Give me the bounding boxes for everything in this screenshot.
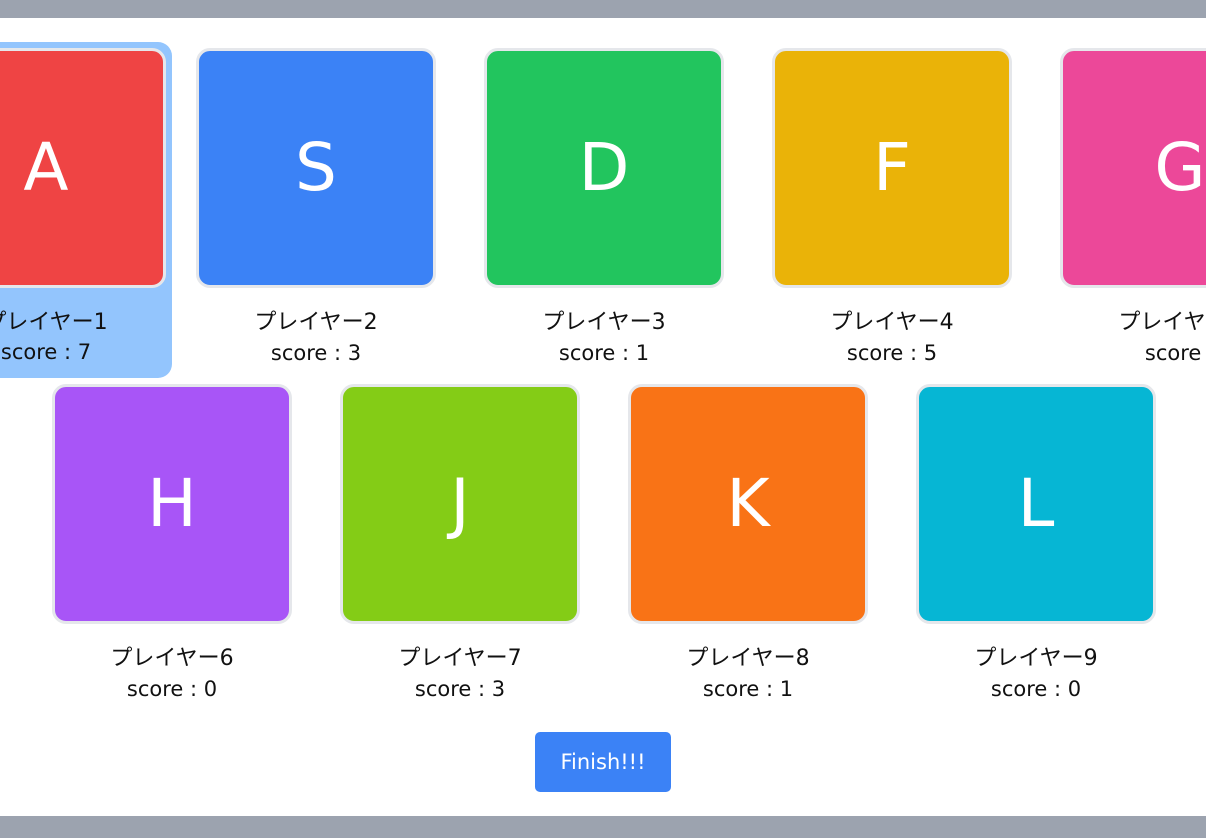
- player-3-panel: D プレイヤー3 score : 1: [484, 48, 724, 378]
- player-name: プレイヤー3: [542, 310, 666, 335]
- key-label: S: [295, 129, 337, 206]
- key-label: J: [450, 465, 470, 542]
- player-score: score : 0: [126, 677, 218, 701]
- player-name: プレイヤー5: [1118, 310, 1206, 335]
- player-8-panel: K プレイヤー8 score : 1: [628, 384, 868, 714]
- key-label: G: [1154, 129, 1206, 206]
- key-label: F: [873, 129, 911, 206]
- player-7-key-card[interactable]: J: [340, 384, 580, 624]
- player-1-panel: A プレイヤー1 score : 7: [0, 42, 172, 378]
- player-1-key-card[interactable]: A: [0, 48, 166, 288]
- player-2-key-card[interactable]: S: [196, 48, 436, 288]
- key-label: A: [23, 129, 69, 206]
- player-score: score : 3: [270, 341, 362, 365]
- key-label: H: [147, 465, 197, 542]
- finish-button[interactable]: Finish!!!: [535, 732, 671, 792]
- player-score: score : 1: [558, 341, 650, 365]
- player-name: プレイヤー8: [686, 646, 810, 671]
- player-name: プレイヤー7: [398, 646, 522, 671]
- key-label: L: [1017, 465, 1055, 542]
- player-9-key-card[interactable]: L: [916, 384, 1156, 624]
- key-label: D: [578, 129, 630, 206]
- player-8-key-card[interactable]: K: [628, 384, 868, 624]
- player-5-key-card[interactable]: G: [1060, 48, 1206, 288]
- player-score: score : 0: [990, 677, 1082, 701]
- player-name: プレイヤー4: [830, 310, 954, 335]
- player-3-key-card[interactable]: D: [484, 48, 724, 288]
- player-9-panel: L プレイヤー9 score : 0: [916, 384, 1156, 714]
- player-4-panel: F プレイヤー4 score : 5: [772, 48, 1012, 378]
- player-name: プレイヤー1: [0, 310, 108, 335]
- key-label: K: [726, 465, 770, 542]
- player-4-key-card[interactable]: F: [772, 48, 1012, 288]
- player-name: プレイヤー2: [254, 310, 378, 335]
- player-score: score : 3: [414, 677, 506, 701]
- player-5-panel: G プレイヤー5 score :: [1060, 48, 1206, 378]
- player-7-panel: J プレイヤー7 score : 3: [340, 384, 580, 714]
- player-name: プレイヤー6: [110, 646, 234, 671]
- player-score: score :: [1144, 341, 1206, 365]
- player-score: score : 1: [702, 677, 794, 701]
- player-score: score : 5: [846, 341, 938, 365]
- player-score: score : 7: [0, 340, 92, 364]
- game-board: A プレイヤー1 score : 7 S プレイヤー2 score : 3 D …: [0, 18, 1206, 816]
- player-2-panel: S プレイヤー2 score : 3: [196, 48, 436, 378]
- player-name: プレイヤー9: [974, 646, 1098, 671]
- player-6-panel: H プレイヤー6 score : 0: [52, 384, 292, 714]
- player-6-key-card[interactable]: H: [52, 384, 292, 624]
